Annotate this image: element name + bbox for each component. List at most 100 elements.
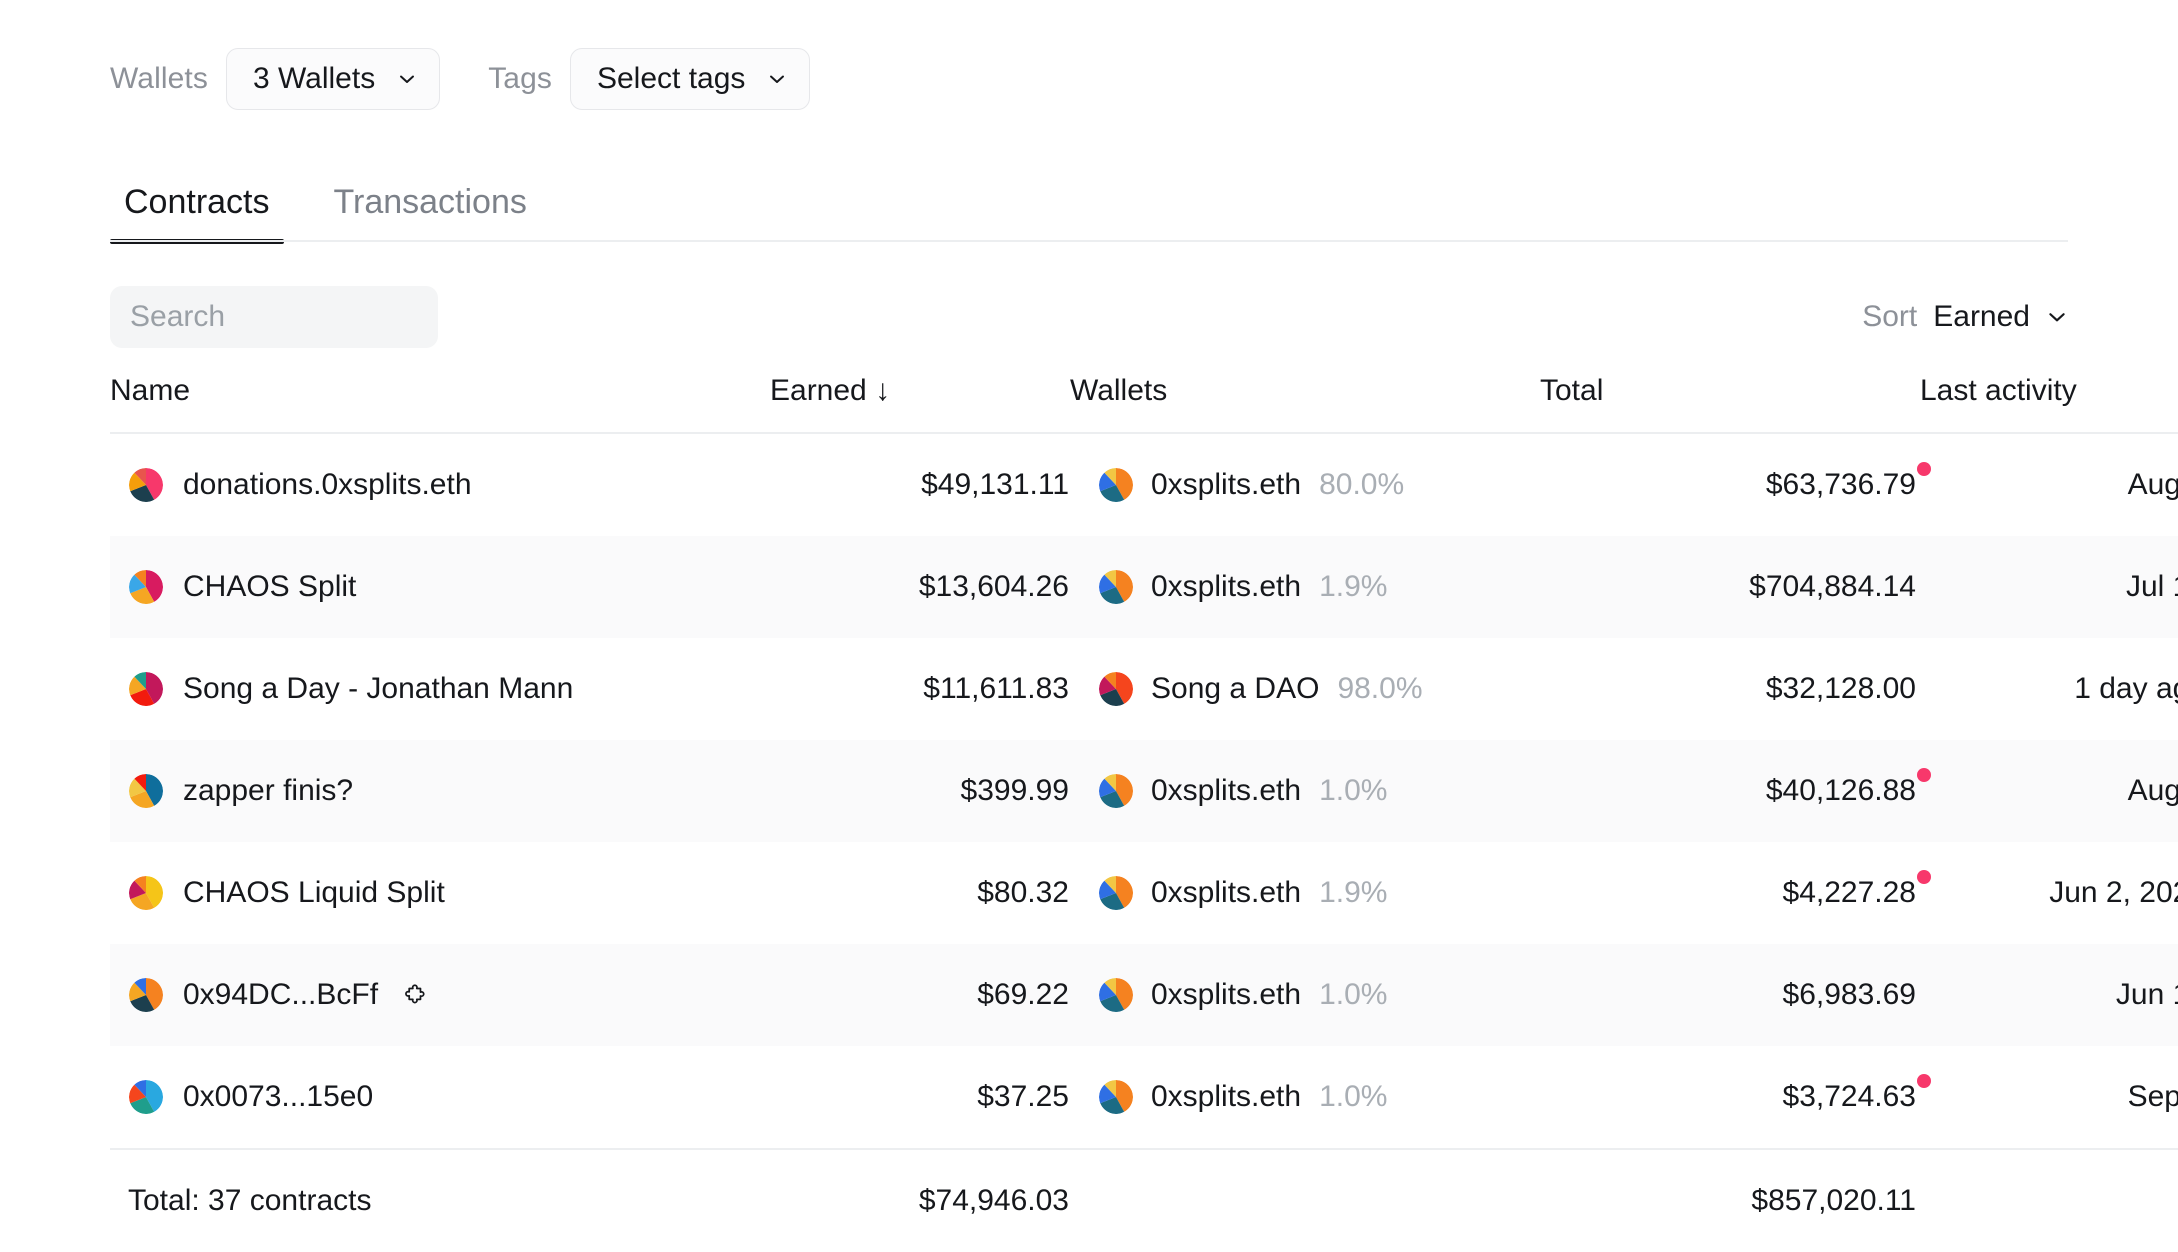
cell-total: $4,227.28 — [1540, 842, 1920, 944]
footer-earned-total: $74,946.03 — [770, 1149, 1070, 1252]
total-value: $3,724.63 — [1783, 1080, 1916, 1114]
alert-dot-icon — [1917, 1074, 1931, 1088]
column-header-earned[interactable]: Earned ↓ — [770, 374, 1070, 433]
alert-dot-icon — [1917, 462, 1931, 476]
cell-wallets: 0xsplits.eth 1.0% — [1070, 1046, 1540, 1149]
wallets-filter-label: Wallets — [110, 62, 208, 96]
tab-contracts[interactable]: Contracts — [110, 183, 284, 242]
contracts-table: Name Earned ↓ Wallets Total Last activit… — [110, 374, 2178, 1252]
table-body: donations.0xsplits.eth$49,131.110xsplits… — [110, 433, 2178, 1149]
footer-last-activity-spacer — [1920, 1149, 2178, 1252]
cell-total: $3,724.63 — [1540, 1046, 1920, 1149]
contract-name-cell: Song a Day - Jonathan Mann — [111, 672, 769, 706]
table-row[interactable]: donations.0xsplits.eth$49,131.110xsplits… — [110, 433, 2178, 536]
wallet-name: Song a DAO — [1151, 672, 1319, 706]
cell-name: CHAOS Split — [110, 536, 770, 638]
cell-total: $704,884.14 — [1540, 536, 1920, 638]
table-row[interactable]: 0x0073...15e0 $37.25 0xsplits.eth 1.0% $3,72… — [110, 1046, 2178, 1149]
total-value: $6,983.69 — [1783, 978, 1916, 1012]
wallet-cell: 0xsplits.eth 1.0% — [1071, 774, 1539, 808]
contract-avatar-icon — [129, 774, 163, 808]
cell-name: 0x94DC...BcFf — [110, 944, 770, 1046]
cell-total: $6,983.69 — [1540, 944, 1920, 1046]
contract-name-cell: zapper finis? — [111, 774, 769, 808]
table-row[interactable]: CHAOS Liquid Split$80.320xsplits.eth1.9%… — [110, 842, 2178, 944]
cell-name: 0x0073...15e0 — [110, 1046, 770, 1149]
contract-name: zapper finis? — [183, 774, 353, 808]
wallet-avatar-icon — [1099, 1080, 1133, 1114]
cell-name: CHAOS Liquid Split — [110, 842, 770, 944]
cell-last-activity: 1 day ago — [1920, 638, 2178, 740]
wallet-name: 0xsplits.eth — [1151, 774, 1301, 808]
cell-last-activity: Jun 13 — [1920, 944, 2178, 1046]
wallet-avatar-icon — [1099, 774, 1133, 808]
column-header-wallets[interactable]: Wallets — [1070, 374, 1540, 433]
contract-name: Song a Day - Jonathan Mann — [183, 672, 573, 706]
wallets-select[interactable]: 3 Wallets — [226, 48, 440, 110]
cell-total: $32,128.00 — [1540, 638, 1920, 740]
tab-bar-divider — [110, 240, 2068, 242]
contract-avatar-icon — [129, 1080, 163, 1114]
cell-earned: $69.22 — [770, 944, 1070, 1046]
alert-dot-icon — [1917, 768, 1931, 782]
total-value: $4,227.28 — [1783, 876, 1916, 910]
wallet-avatar-icon — [1099, 570, 1133, 604]
filter-bar: Wallets 3 Wallets Tags Select tags — [110, 0, 2068, 110]
sort-label: Sort — [1862, 300, 1917, 334]
contracts-page: Wallets 3 Wallets Tags Select tags Contr… — [0, 0, 2178, 1226]
wallet-name: 0xsplits.eth — [1151, 978, 1301, 1012]
search-input[interactable] — [110, 286, 438, 348]
wallet-percentage: 1.0% — [1319, 774, 1387, 808]
contract-name-cell: CHAOS Liquid Split — [111, 876, 769, 910]
table-row[interactable]: zapper finis?$399.990xsplits.eth1.0%$40,… — [110, 740, 2178, 842]
table-row[interactable]: CHAOS Split$13,604.260xsplits.eth1.9%$70… — [110, 536, 2178, 638]
wallet-cell: 0xsplits.eth 1.0% — [1071, 1080, 1539, 1114]
cell-last-activity: Jun 2, 2022 — [1920, 842, 2178, 944]
contract-avatar-icon — [129, 468, 163, 502]
column-header-last-activity[interactable]: Last activity — [1920, 374, 2178, 433]
cell-earned: $49,131.11 — [770, 433, 1070, 536]
wallets-filter-group: Wallets 3 Wallets — [110, 48, 440, 110]
cell-earned: $37.25 — [770, 1046, 1070, 1149]
wallet-cell: Song a DAO 98.0% — [1071, 672, 1539, 706]
sort-arrow-down-icon: ↓ — [875, 374, 890, 407]
contract-name-cell: CHAOS Split — [111, 570, 769, 604]
wallet-name: 0xsplits.eth — [1151, 570, 1301, 604]
cell-wallets: 0xsplits.eth 1.0% — [1070, 740, 1540, 842]
cell-last-activity: Aug 3 — [1920, 740, 2178, 842]
wallet-name: 0xsplits.eth — [1151, 1080, 1301, 1114]
tags-select[interactable]: Select tags — [570, 48, 810, 110]
wallet-avatar-icon — [1099, 468, 1133, 502]
column-header-name[interactable]: Name — [110, 374, 770, 433]
table-header-row: Name Earned ↓ Wallets Total Last activit… — [110, 374, 2178, 433]
wallet-percentage: 1.0% — [1319, 1080, 1387, 1114]
cell-earned: $11,611.83 — [770, 638, 1070, 740]
contract-avatar-icon — [129, 876, 163, 910]
total-value: $704,884.14 — [1749, 570, 1916, 604]
cell-wallets: 0xsplits.eth1.9% — [1070, 536, 1540, 638]
table-row[interactable]: 0x94DC...BcFf$69.220xsplits.eth1.0%$6,98… — [110, 944, 2178, 1046]
wallets-select-value: 3 Wallets — [253, 62, 375, 96]
contract-name-cell: donations.0xsplits.eth — [111, 468, 769, 502]
column-header-total[interactable]: Total — [1540, 374, 1920, 433]
cell-total: $63,736.79 — [1540, 433, 1920, 536]
contract-name: CHAOS Split — [183, 570, 356, 604]
table-row[interactable]: Song a Day - Jonathan Mann$11,611.83Song… — [110, 638, 2178, 740]
contract-name-cell: 0x94DC...BcFf — [111, 978, 769, 1012]
contract-avatar-icon — [129, 570, 163, 604]
total-value: $63,736.79 — [1766, 468, 1916, 502]
wallet-percentage: 98.0% — [1337, 672, 1422, 706]
contract-name: donations.0xsplits.eth — [183, 468, 472, 502]
tags-select-value: Select tags — [597, 62, 745, 96]
wallet-avatar-icon — [1099, 876, 1133, 910]
cell-last-activity: Aug 5 — [1920, 433, 2178, 536]
contract-name-cell: 0x0073...15e0 — [111, 1080, 769, 1114]
total-value: $32,128.00 — [1766, 672, 1916, 706]
alert-dot-icon — [1917, 870, 1931, 884]
contract-name: 0x0073...15e0 — [183, 1080, 373, 1114]
sort-control[interactable]: Sort Earned — [1862, 300, 2068, 334]
wallet-percentage: 1.9% — [1319, 876, 1387, 910]
tab-transactions[interactable]: Transactions — [320, 183, 541, 242]
wallet-name: 0xsplits.eth — [1151, 876, 1301, 910]
tab-bar: Contracts Transactions — [110, 170, 2068, 242]
